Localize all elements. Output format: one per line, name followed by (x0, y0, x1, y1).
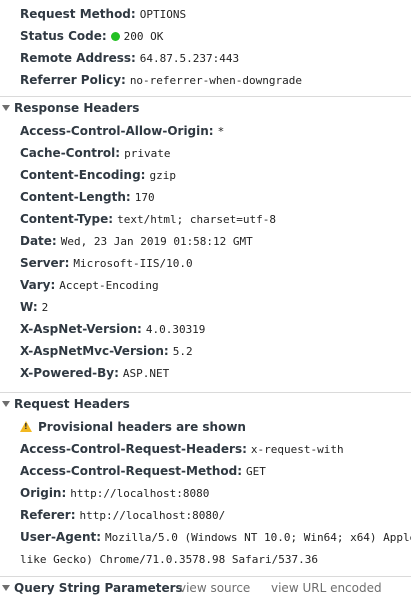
request-header-row: Origin: http://localhost:8080 (20, 482, 209, 504)
header-name: Date: (20, 234, 57, 248)
header-value: text/html; charset=utf-8 (117, 213, 277, 226)
provisional-headers-warning: Provisional headers are shown (20, 416, 246, 438)
headers-panel: Request Method: OPTIONS Status Code: 200 O… (0, 0, 411, 604)
triangle-down-icon (2, 585, 10, 591)
response-header-row: Content-Length: 170 (20, 186, 155, 208)
header-name: Access-Control-Request-Method: (20, 464, 243, 478)
header-value: * (217, 125, 225, 138)
general-row-remote-address: Remote Address: 64.87.5.237:443 (20, 47, 239, 69)
header-value: Accept-Encoding (59, 279, 159, 292)
header-value-continuation: like Gecko) Chrome/71.0.3578.98 Safari/5… (20, 553, 319, 566)
response-header-row: X-AspNetMvc-Version: 5.2 (20, 340, 193, 362)
request-headers-section-toggle[interactable]: Request Headers (0, 392, 411, 415)
header-value: 4.0.30319 (145, 323, 206, 336)
section-title: Request Headers (14, 397, 130, 411)
header-value: x-request-with (250, 443, 344, 456)
header-value: ASP.NET (122, 367, 170, 380)
request-header-row: Referer: http://localhost:8080/ (20, 504, 225, 526)
header-value: private (124, 147, 171, 160)
header-value: 64.87.5.237:443 (139, 52, 240, 65)
response-header-row: Access-Control-Allow-Origin: * (20, 120, 224, 142)
header-name: Remote Address: (20, 51, 136, 65)
header-name: Status Code: (20, 29, 107, 43)
header-value: Mozilla/5.0 (Windows NT 10.0; Win64; x64… (105, 531, 411, 544)
header-value: no-referrer-when-downgrade (129, 74, 302, 87)
general-row-referrer-policy: Referrer Policy: no-referrer-when-downgra… (20, 69, 302, 91)
section-title: Response Headers (14, 101, 140, 115)
header-name: Access-Control-Request-Headers: (20, 442, 247, 456)
query-string-section-toggle[interactable]: Query String Parameters view source view… (0, 576, 411, 599)
response-headers-section-toggle[interactable]: Response Headers (0, 96, 411, 119)
section-title: Query String Parameters (14, 581, 183, 595)
header-value: Wed, 23 Jan 2019 01:58:12 GMT (60, 235, 253, 248)
header-value: Microsoft-IIS/10.0 (73, 257, 193, 270)
response-header-row: Vary: Accept-Encoding (20, 274, 159, 296)
header-name: Origin: (20, 486, 67, 500)
warning-text: Provisional headers are shown (38, 420, 246, 434)
request-header-row-user-agent: User-Agent: Mozilla/5.0 (Windows NT 10.0;… (20, 526, 411, 548)
header-name: Referer: (20, 508, 76, 522)
response-header-row: Cache-Control: private (20, 142, 170, 164)
header-name: Content-Type: (20, 212, 114, 226)
response-header-row: X-AspNet-Version: 4.0.30319 (20, 318, 205, 340)
response-header-row: X-Powered-By: ASP.NET (20, 362, 169, 384)
view-url-encoded-link[interactable]: view URL encoded (271, 577, 382, 599)
warning-icon (20, 421, 32, 432)
header-value: OPTIONS (139, 8, 187, 21)
header-value: 5.2 (172, 345, 193, 358)
response-header-row: Server: Microsoft-IIS/10.0 (20, 252, 193, 274)
header-value: 200 OK (123, 30, 164, 43)
header-name: Vary: (20, 278, 56, 292)
header-name: Request Method: (20, 7, 136, 21)
general-row-status-code: Status Code: 200 OK (20, 25, 163, 47)
view-source-link[interactable]: view source (179, 577, 250, 599)
header-name: X-Powered-By: (20, 366, 119, 380)
header-name: Referrer Policy: (20, 73, 126, 87)
header-name: Cache-Control: (20, 146, 121, 160)
request-header-row: Access-Control-Request-Headers: x-request… (20, 438, 344, 460)
header-value: 2 (41, 301, 49, 314)
response-header-row: Date: Wed, 23 Jan 2019 01:58:12 GMT (20, 230, 253, 252)
header-name: User-Agent: (20, 530, 102, 544)
triangle-down-icon (2, 401, 10, 407)
header-name: X-AspNet-Version: (20, 322, 142, 336)
triangle-down-icon (2, 105, 10, 111)
general-row-request-method: Request Method: OPTIONS (20, 3, 186, 25)
header-name: Content-Length: (20, 190, 131, 204)
header-name: X-AspNetMvc-Version: (20, 344, 169, 358)
request-header-row: Access-Control-Request-Method: GET (20, 460, 266, 482)
header-value: http://localhost:8080/ (79, 509, 226, 522)
response-header-row: Content-Encoding: gzip (20, 164, 176, 186)
user-agent-continuation: like Gecko) Chrome/71.0.3578.98 Safari/5… (20, 548, 318, 570)
header-value: gzip (149, 169, 176, 182)
response-header-row: W: 2 (20, 296, 48, 318)
status-dot-icon (110, 32, 120, 41)
header-name: Server: (20, 256, 70, 270)
header-name: Content-Encoding: (20, 168, 146, 182)
header-value: http://localhost:8080 (70, 487, 210, 500)
response-header-row: Content-Type: text/html; charset=utf-8 (20, 208, 276, 230)
header-name: W: (20, 300, 38, 314)
header-value: GET (246, 465, 266, 478)
header-name: Access-Control-Allow-Origin: (20, 124, 214, 138)
header-value: 170 (134, 191, 155, 204)
